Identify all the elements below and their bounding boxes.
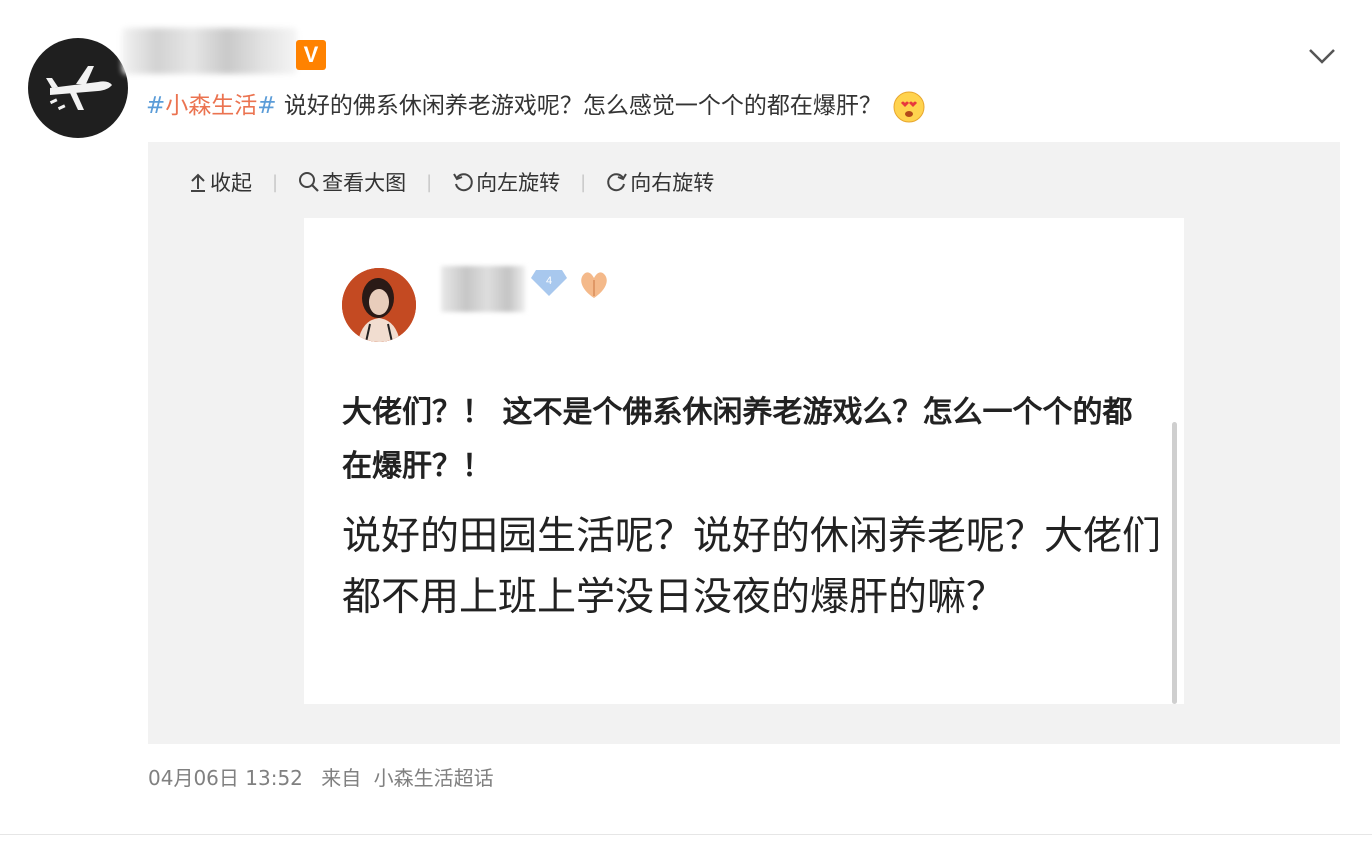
portrait-avatar-icon <box>342 268 416 342</box>
image-scrollbar[interactable] <box>1172 422 1177 704</box>
rotate-right-icon <box>607 173 628 192</box>
topic-hash-close[interactable]: # <box>257 93 276 119</box>
heart-eyes-emoji-icon <box>893 91 925 122</box>
post-body: 说好的佛系休闲养老游戏呢？怎么感觉一个个的都在爆肝？ <box>276 93 882 119</box>
toolbar-divider: | <box>272 171 279 193</box>
level-number: 4 <box>546 275 552 287</box>
topic-hash-open[interactable]: # <box>146 93 165 119</box>
screenshot-bold-text: 大佬们？！ 这不是个佛系休闲养老游戏么？怎么一个个的都在爆肝？！ <box>342 395 1133 484</box>
rotate-left-button[interactable]: 向左旋转 <box>452 167 560 197</box>
search-icon <box>299 172 319 192</box>
collapse-button[interactable]: 收起 <box>188 167 252 197</box>
screenshot-large-text: 说好的田园生活呢？说好的休闲养老呢？大佬们都不用上班上学没日没夜的爆肝的嘛？ <box>342 514 1162 620</box>
rotate-left-icon <box>453 173 473 192</box>
toolbar-divider: | <box>580 171 587 193</box>
verified-badge: V <box>296 40 326 70</box>
inner-username-blurred <box>441 266 525 312</box>
chevron-down-icon[interactable] <box>1306 44 1338 68</box>
view-large-button[interactable]: 查看大图 <box>298 167 406 197</box>
from-label: 来自 <box>321 766 362 790</box>
rotate-right-button[interactable]: 向右旋转 <box>606 167 714 197</box>
topic-link[interactable]: 小森生活 <box>165 93 257 119</box>
inner-avatar <box>342 268 416 342</box>
toolbar-divider: | <box>426 171 433 193</box>
airplane-icon <box>46 66 112 111</box>
post-source[interactable]: 小森生活超话 <box>374 766 494 790</box>
rotate-right-label: 向右旋转 <box>630 171 715 195</box>
view-large-label: 查看大图 <box>322 171 407 195</box>
level-diamond-icon: 4 <box>531 270 567 296</box>
post-text: #小森生活# 说好的佛系休闲养老游戏呢？怎么感觉一个个的都在爆肝？ <box>146 88 925 124</box>
media-toolbar: 收起 | 查看大图 | 向左旋转 | 向右旋转 <box>188 166 714 198</box>
divider <box>0 834 1372 835</box>
poster-avatar[interactable] <box>28 38 128 138</box>
collapse-up-icon <box>191 173 205 192</box>
rotate-left-label: 向左旋转 <box>476 171 561 195</box>
post-time[interactable]: 04月06日 13:52 <box>148 766 303 790</box>
collapse-label: 收起 <box>210 171 252 195</box>
heart-hands-emoji-icon <box>581 272 607 298</box>
post-footer: 04月06日 13:52 来自 小森生活超话 <box>148 762 494 791</box>
username-blurred[interactable] <box>122 28 297 74</box>
